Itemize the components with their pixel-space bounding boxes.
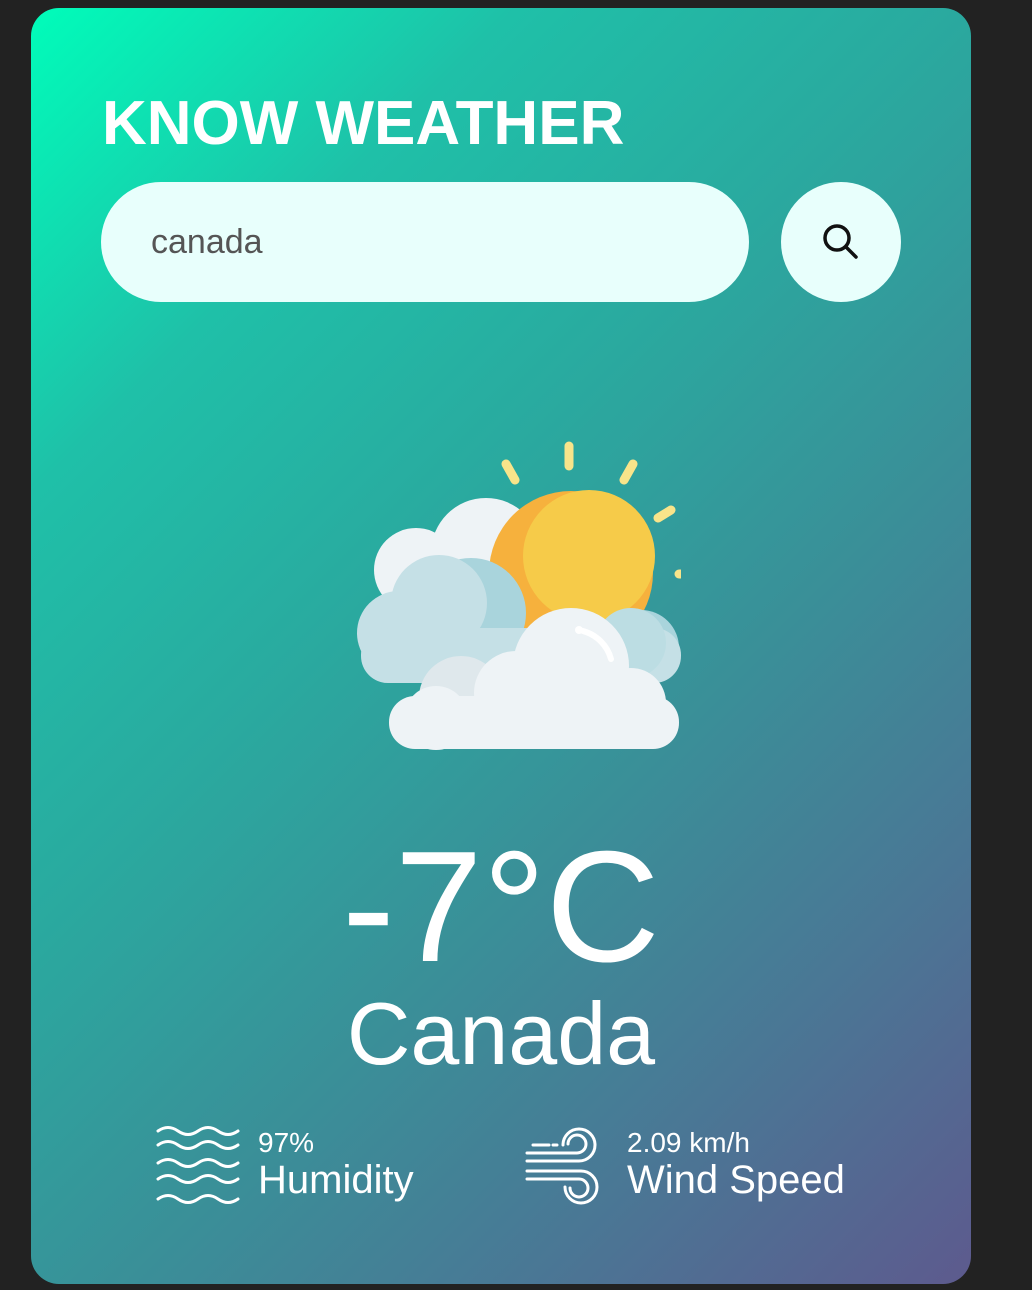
humidity-value: 97%: [258, 1126, 315, 1158]
app-title: KNOW WEATHER: [102, 89, 625, 158]
humidity-detail: 97% Humidity: [156, 1123, 414, 1207]
wind-icon: [525, 1127, 599, 1205]
humidity-label: Humidity: [258, 1158, 414, 1203]
city-name: Canada: [346, 984, 656, 1083]
partly-cloudy-icon: [357, 441, 681, 750]
search-icon: [823, 224, 858, 259]
search-button[interactable]: [781, 182, 901, 302]
humidity-icon: [156, 1126, 240, 1204]
wind-label: Wind Speed: [627, 1158, 845, 1203]
temperature: -7°C: [342, 819, 660, 995]
wind-detail: 2.09 km/h Wind Speed: [525, 1123, 845, 1207]
wind-value: 2.09 km/h: [627, 1126, 750, 1158]
search-input[interactable]: [101, 182, 749, 302]
weather-card: KNOW WEATHER canada -7°C Canada 97% Humi…: [31, 8, 971, 1284]
